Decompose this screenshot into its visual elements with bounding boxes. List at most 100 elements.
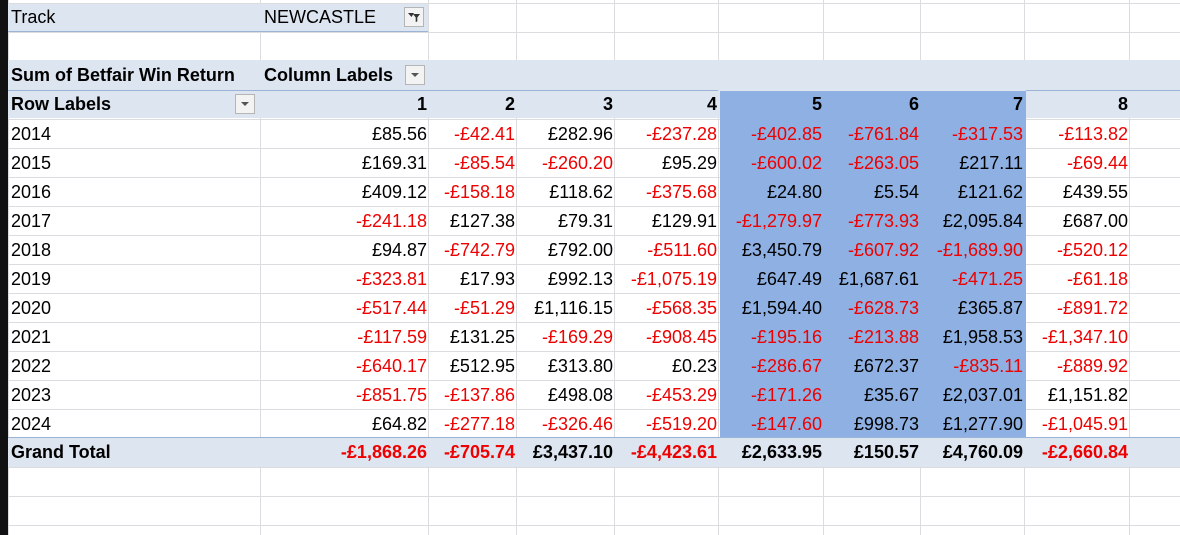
value-cell[interactable]: £95.29 [615,149,717,178]
column-labels-dropdown-icon[interactable] [405,65,425,85]
value-cell[interactable]: -£171.26 [719,381,822,410]
value-cell[interactable]: £1,277.90 [921,410,1023,439]
row-label[interactable]: 2018 [11,236,51,265]
value-cell[interactable]: £409.12 [267,178,427,207]
value-cell[interactable]: -£568.35 [615,294,717,323]
value-cell[interactable]: -£471.25 [921,265,1023,294]
value-cell[interactable]: -£1,689.90 [921,236,1023,265]
value-cell[interactable]: £1,687.61 [824,265,919,294]
grand-total-cell[interactable]: £4,0 [1130,438,1180,467]
value-cell[interactable]: -£241.18 [267,207,427,236]
value-cell[interactable]: £217.11 [921,149,1023,178]
value-cell[interactable]: £792.00 [517,236,613,265]
filter-value[interactable]: NEWCASTLE [264,3,376,32]
value-cell[interactable]: £64.82 [267,410,427,439]
value-cell[interactable]: £79.31 [517,207,613,236]
value-cell[interactable]: -£742.79 [429,236,515,265]
value-cell[interactable]: -£835.11 [921,352,1023,381]
grand-total-label[interactable]: Grand Total [11,438,111,467]
value-cell[interactable]: £17.93 [429,265,515,294]
value-cell[interactable]: £365.87 [921,294,1023,323]
value-cell[interactable]: £439.55 [1025,178,1128,207]
value-cell[interactable]: £1,3 [1130,410,1180,439]
column-header[interactable]: 6 [824,90,919,119]
value-cell[interactable]: £992.13 [517,265,613,294]
value-cell[interactable]: -£113.82 [1025,120,1128,149]
value-cell[interactable]: £0.23 [615,352,717,381]
value-cell[interactable]: £1,594.40 [719,294,822,323]
value-cell[interactable]: £998.73 [824,410,919,439]
value-cell[interactable]: -£520.12 [1025,236,1128,265]
value-cell[interactable]: £169.31 [267,149,427,178]
grand-total-cell[interactable]: -£2,660.84 [1025,438,1128,467]
grand-total-cell[interactable]: £150.57 [824,438,919,467]
value-cell[interactable]: -£453.29 [615,381,717,410]
value-cell[interactable]: -£260.20 [517,149,613,178]
value-cell[interactable]: £2,037.01 [921,381,1023,410]
value-cell[interactable]: £131.25 [429,323,515,352]
value-cell[interactable]: -£1,5 [1130,265,1180,294]
value-cell[interactable]: -£137.86 [429,381,515,410]
value-cell[interactable]: -£277.18 [429,410,515,439]
value-cell[interactable]: -£51.29 [429,294,515,323]
value-cell[interactable]: -£5 [1130,207,1180,236]
value-cell[interactable]: £3,450.79 [719,236,822,265]
row-label[interactable]: 2017 [11,207,51,236]
value-cell[interactable]: -£908.45 [615,323,717,352]
row-labels-dropdown-icon[interactable] [235,94,255,114]
value-cell[interactable]: -£640.17 [267,352,427,381]
value-cell[interactable]: -£511.60 [615,236,717,265]
value-cell[interactable]: £129.91 [615,207,717,236]
row-label[interactable]: 2019 [11,265,51,294]
column-header[interactable]: 7 [921,90,1023,119]
value-cell[interactable]: -£375.68 [615,178,717,207]
value-cell[interactable]: -£326.46 [517,410,613,439]
value-cell[interactable]: £2,095.84 [921,207,1023,236]
value-cell[interactable]: £35.67 [824,381,919,410]
value-cell[interactable]: -£517.44 [267,294,427,323]
grand-total-cell[interactable]: £2,633.95 [719,438,822,467]
value-cell[interactable]: -£519.20 [615,410,717,439]
value-cell[interactable]: -£761.84 [824,120,919,149]
value-cell[interactable]: £121.62 [921,178,1023,207]
column-header[interactable]: 4 [615,90,717,119]
value-cell[interactable]: -£600.02 [719,149,822,178]
value-cell[interactable]: £2,1 [1130,323,1180,352]
value-cell[interactable]: £512.95 [429,352,515,381]
value-cell[interactable]: £282.96 [517,120,613,149]
value-cell[interactable]: -£1,045.91 [1025,410,1128,439]
row-label[interactable]: 2020 [11,294,51,323]
grand-total-cell[interactable]: £4,760.09 [921,438,1023,467]
value-cell[interactable]: -£117.59 [267,323,427,352]
value-cell[interactable]: £85.56 [267,120,427,149]
value-cell[interactable]: -£317.53 [921,120,1023,149]
value-cell[interactable]: -£147.60 [719,410,822,439]
value-cell[interactable]: £24.80 [719,178,822,207]
column-header[interactable]: 1 [267,90,427,119]
value-cell[interactable]: -£9 [1130,352,1180,381]
value-cell[interactable]: -£195.16 [719,323,822,352]
row-label[interactable]: 2024 [11,410,51,439]
value-cell[interactable]: £127.38 [429,207,515,236]
value-cell[interactable]: £1,958.53 [921,323,1023,352]
value-cell[interactable]: -£607.92 [824,236,919,265]
grand-total-cell[interactable]: -£4,423.61 [615,438,717,467]
value-cell[interactable]: -£5 [1130,381,1180,410]
value-cell[interactable]: -£85.54 [429,149,515,178]
value-cell[interactable]: £1,116.15 [517,294,613,323]
value-cell[interactable]: £498.08 [517,381,613,410]
value-cell[interactable]: -£1,075.19 [615,265,717,294]
value-cell[interactable]: -£323.81 [267,265,427,294]
value-cell[interactable]: £1 [1130,120,1180,149]
value-cell[interactable]: £94.87 [267,236,427,265]
row-label[interactable]: 2023 [11,381,51,410]
value-cell[interactable]: -£851.75 [267,381,427,410]
value-cell[interactable]: £ [1130,178,1180,207]
value-cell[interactable]: -£ [1130,149,1180,178]
value-cell[interactable]: £5.54 [824,178,919,207]
column-header[interactable]: 3 [517,90,613,119]
value-cell[interactable]: £672.37 [824,352,919,381]
value-cell[interactable]: -£628.73 [824,294,919,323]
row-label[interactable]: 2021 [11,323,51,352]
value-cell[interactable]: -£1 [1130,294,1180,323]
